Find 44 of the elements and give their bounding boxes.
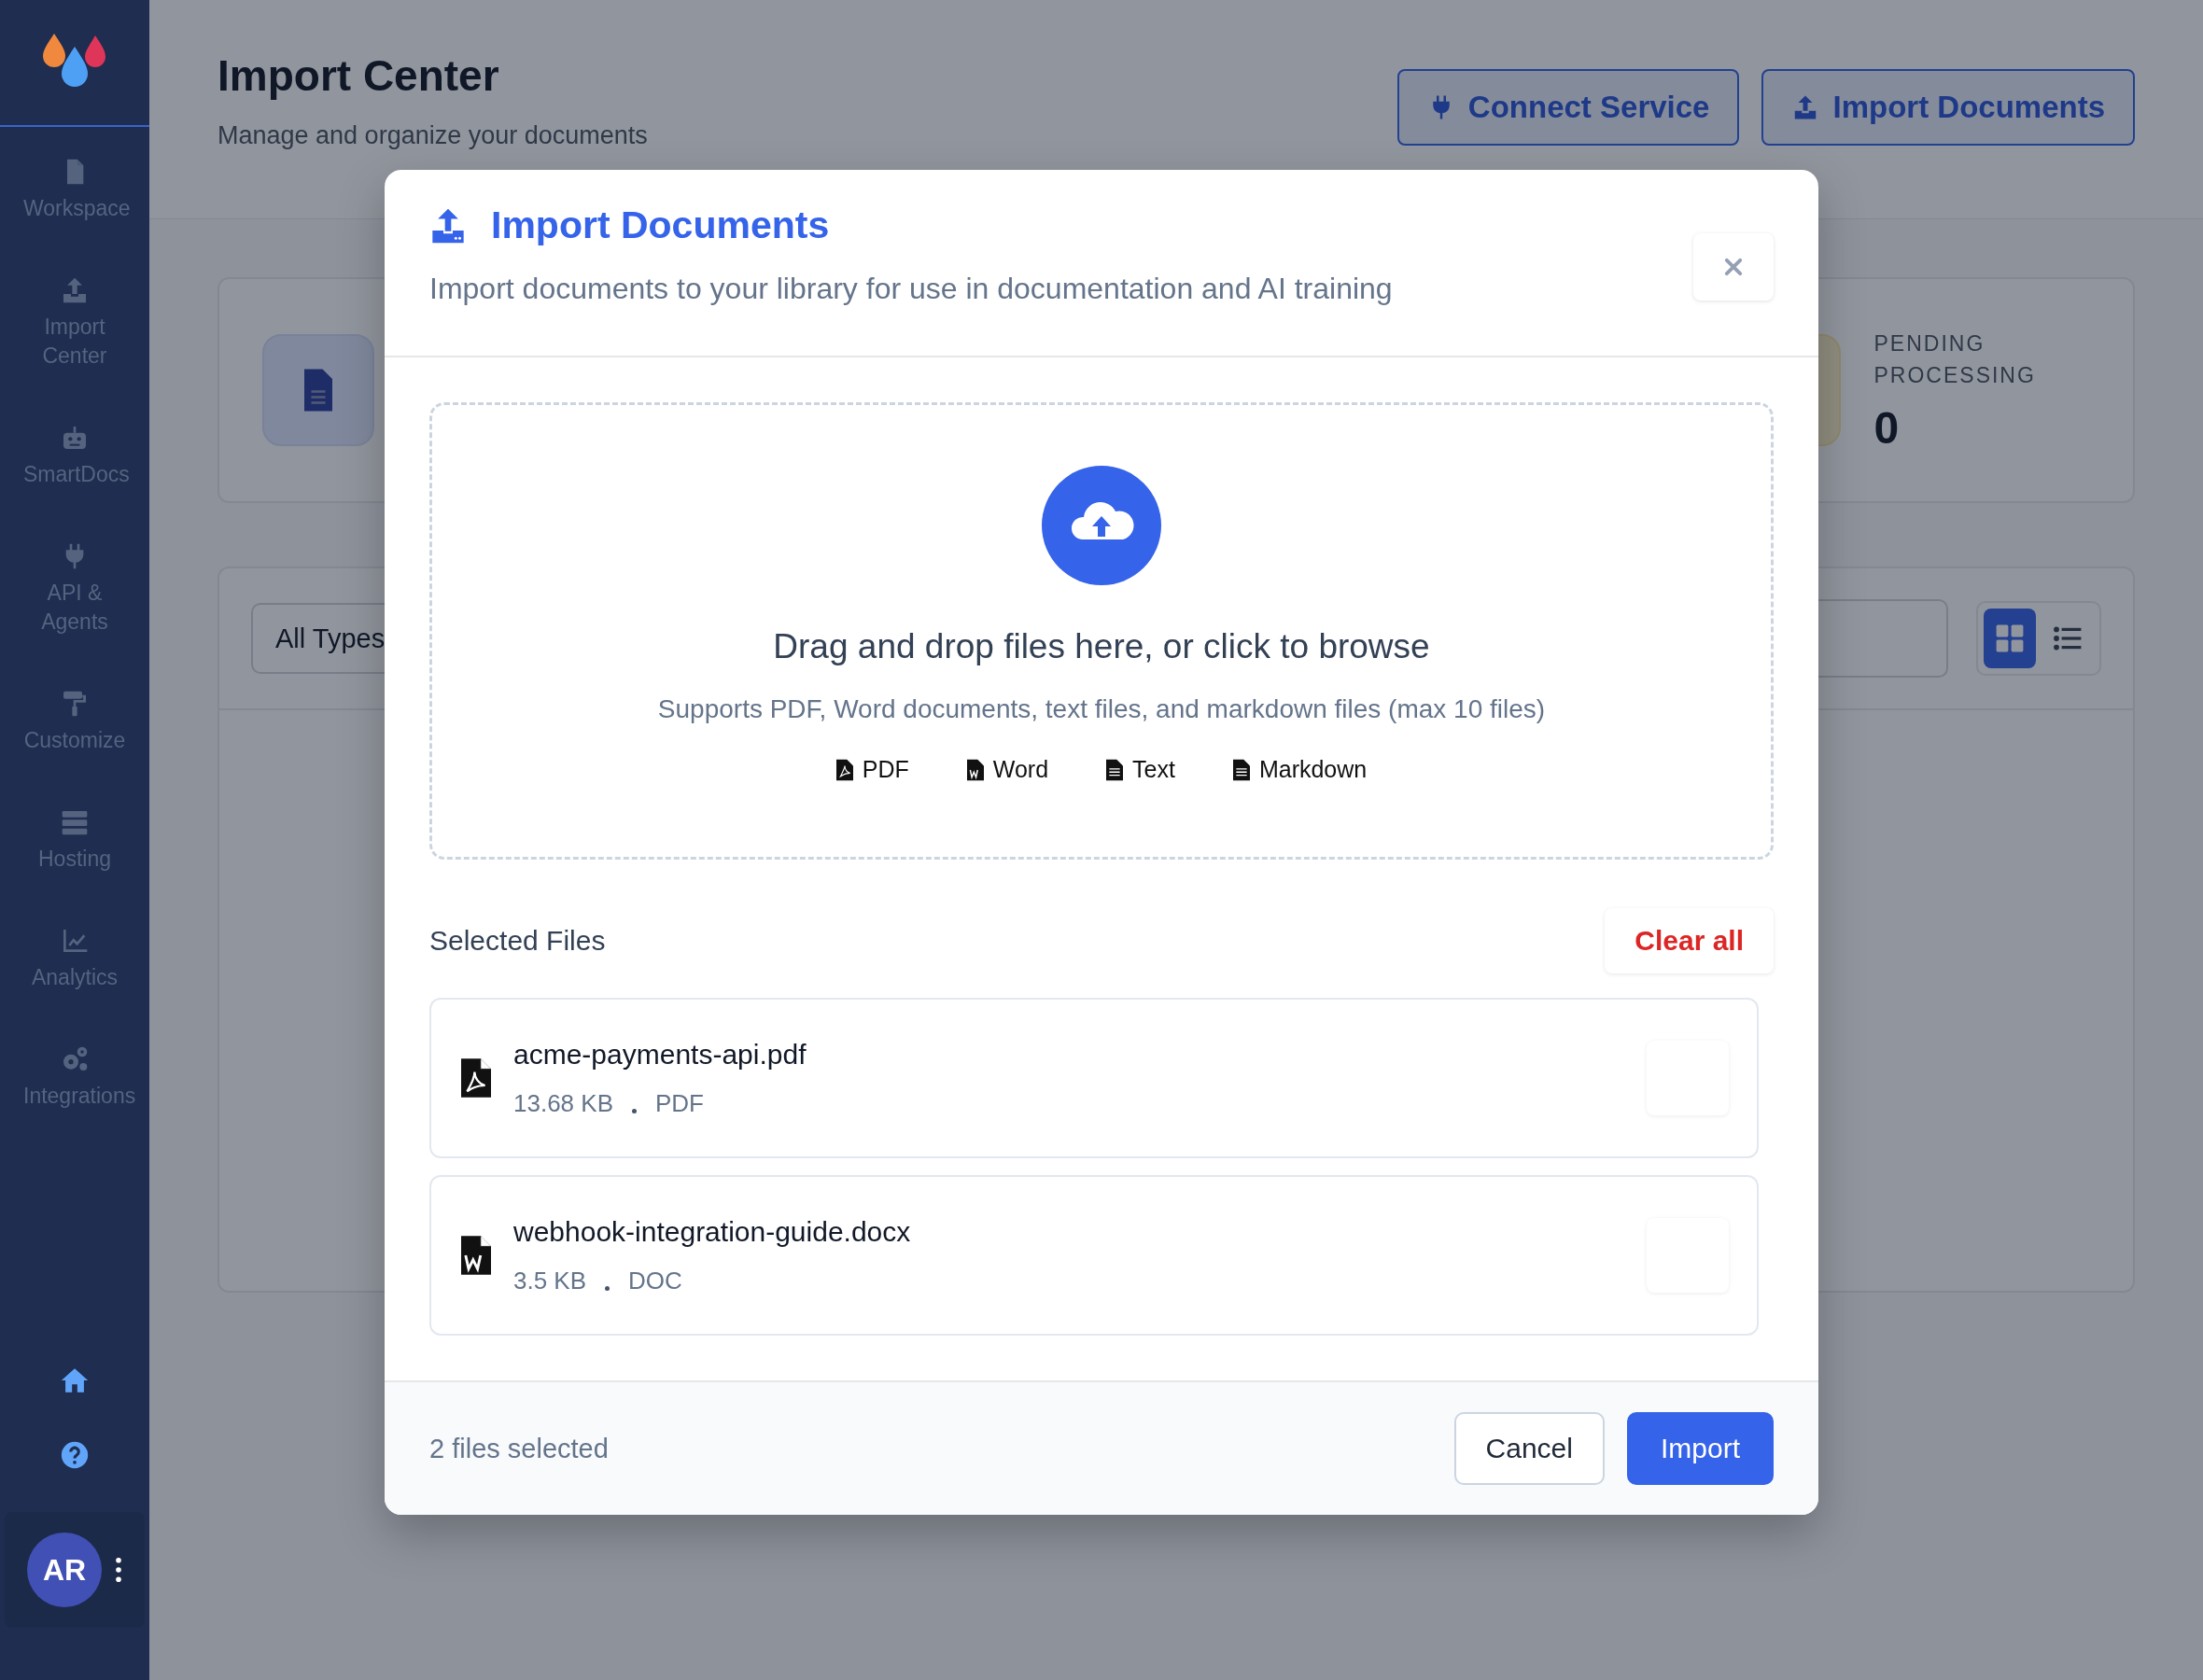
text-file-icon [1106, 758, 1124, 781]
dialog-subtitle: Import documents to your library for use in documentation and AI training [429, 272, 1393, 306]
text-file-icon [1232, 758, 1250, 781]
avatar[interactable]: AR [27, 1533, 102, 1607]
drop-heading: Drag and drop files here, or click to browse [773, 627, 1430, 666]
file-size: 3.5 KB [513, 1266, 587, 1295]
stat-label: PENDING PROCESSING [1873, 329, 2037, 389]
connect-button[interactable]: Connect Service [1396, 69, 1740, 146]
help-icon[interactable] [59, 1439, 91, 1471]
file-name: webhook-integration-guide.docx [513, 1215, 912, 1248]
document-icon [302, 369, 335, 412]
clear-all-button[interactable]: Clear all [1605, 908, 1774, 973]
close-icon [1722, 256, 1745, 278]
grid-view-button[interactable] [1984, 609, 2036, 668]
file-size: 13.68 KB [513, 1088, 613, 1118]
grid-icon [1995, 623, 2025, 653]
page-subtitle: Manage and organize your documents [217, 121, 648, 150]
import-button[interactable]: Import Documents [1761, 69, 2135, 146]
dialog-title: Import Documents [491, 203, 830, 247]
file-type-label: Word [992, 756, 1049, 783]
section-title: Selected Files [429, 925, 606, 957]
page-title: Import Center [217, 50, 500, 101]
separator-dot [605, 1285, 610, 1291]
stat-value: 0 [1873, 401, 1901, 454]
drop-zone[interactable]: Drag and drop files here, or click to browse Supports PDF, Word documents, text files, and markdown files (max 10 files) PDF Word Text Markdown [429, 402, 1774, 860]
file-type: PDF [655, 1088, 704, 1118]
separator-dot [632, 1108, 637, 1113]
file-type: DOC [628, 1266, 682, 1295]
close-button[interactable] [1693, 233, 1774, 301]
file-type-label: PDF [862, 756, 909, 783]
word-file-icon [966, 758, 984, 781]
file-type-label: Text [1132, 756, 1175, 783]
file-type-label: Markdown [1258, 756, 1368, 783]
pdf-file-icon [835, 758, 853, 781]
drop-hint: Supports PDF, Word documents, text files, and markdown files (max 10 files) [657, 694, 1546, 724]
cancel-button[interactable]: Cancel [1453, 1412, 1605, 1485]
pdf-file-icon [461, 1058, 491, 1098]
upload-icon [429, 206, 467, 245]
file-name: acme-payments-api.pdf [513, 1038, 807, 1071]
more-icon[interactable] [115, 1557, 122, 1583]
cloud-upload-icon [1041, 465, 1162, 586]
selection-count: 2 files selected [429, 1433, 609, 1464]
word-file-icon [461, 1236, 491, 1275]
import-button[interactable]: Import [1626, 1412, 1774, 1485]
